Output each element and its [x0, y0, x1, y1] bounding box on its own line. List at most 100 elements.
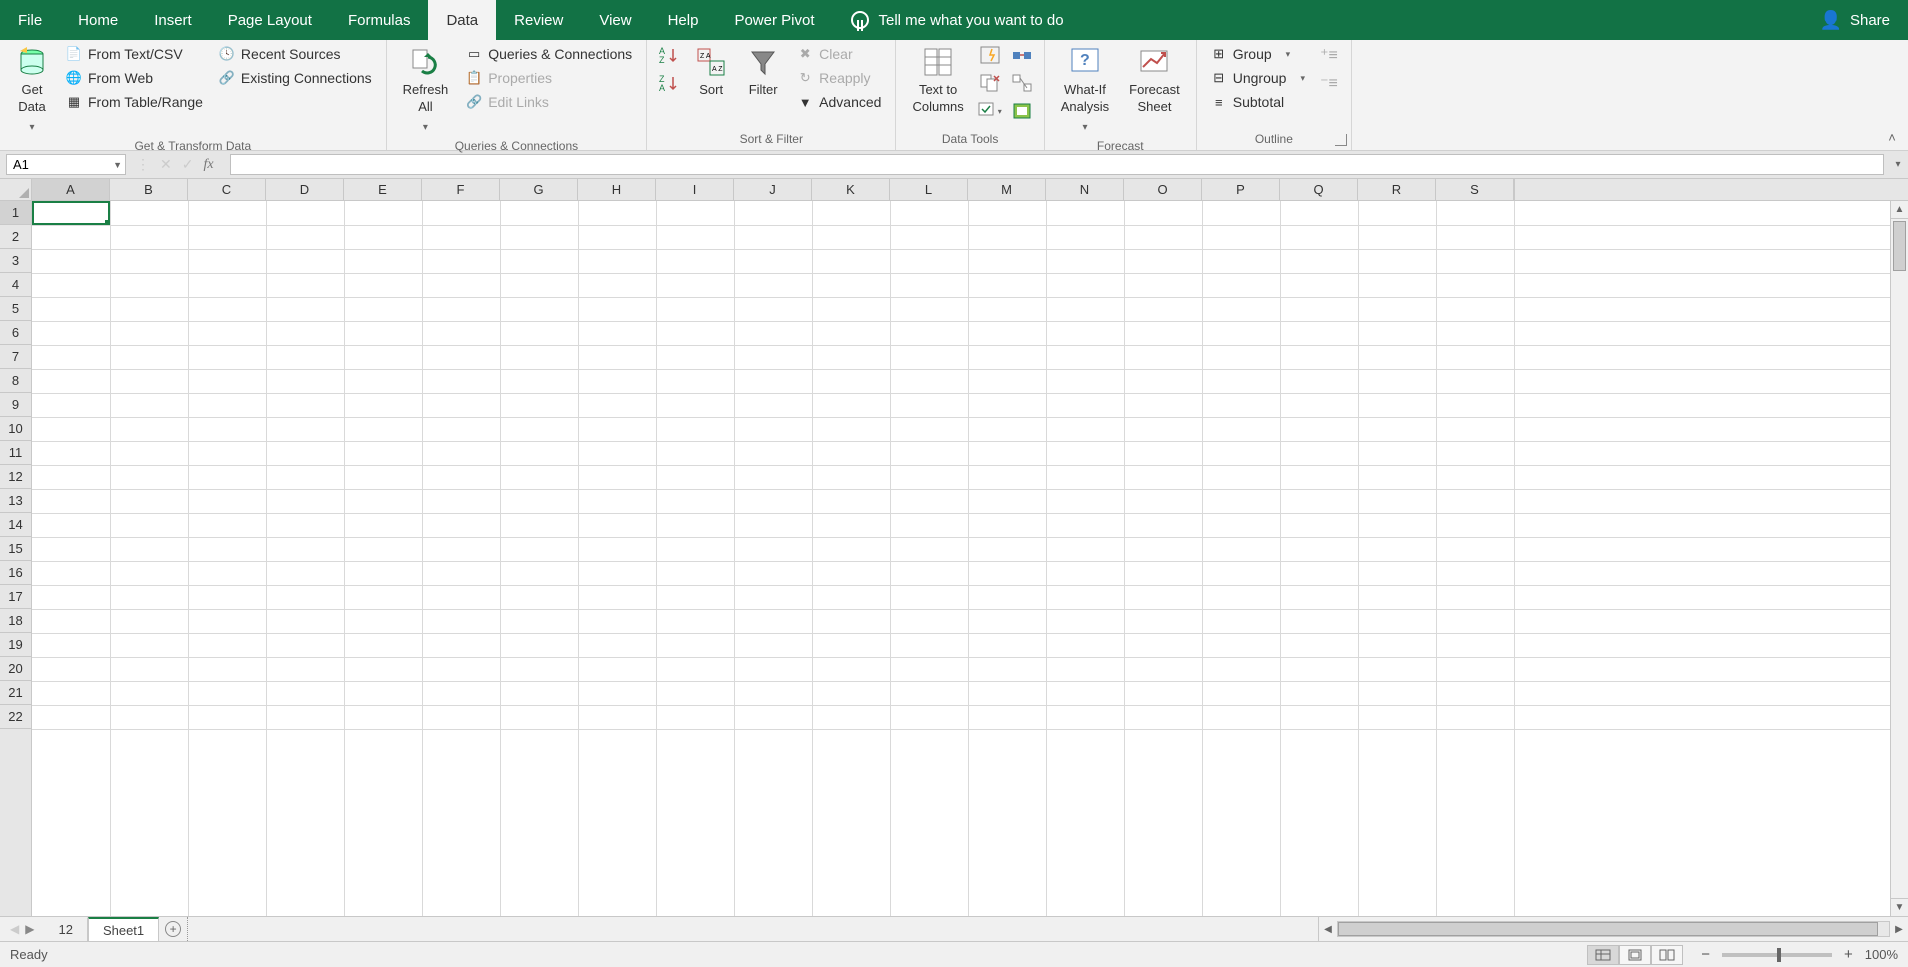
share-button[interactable]: 👤 Share [1802, 0, 1908, 40]
row-header-6[interactable]: 6 [0, 321, 31, 345]
column-header-S[interactable]: S [1436, 179, 1514, 200]
tab-page-layout[interactable]: Page Layout [210, 0, 330, 40]
group-button[interactable]: ⊞Group▾ [1207, 44, 1309, 64]
zoom-in-button[interactable]: + [1840, 946, 1857, 963]
normal-view-button[interactable] [1587, 945, 1619, 965]
tell-me[interactable]: Tell me what you want to do [851, 0, 1802, 40]
fx-icon[interactable]: fx [203, 157, 219, 173]
column-header-C[interactable]: C [188, 179, 266, 200]
row-header-13[interactable]: 13 [0, 489, 31, 513]
remove-duplicates-button[interactable] [978, 72, 1002, 94]
existing-connections-button[interactable]: 🔗Existing Connections [215, 68, 376, 88]
column-header-M[interactable]: M [968, 179, 1046, 200]
row-header-15[interactable]: 15 [0, 537, 31, 561]
formula-input[interactable] [230, 154, 1884, 175]
vertical-scroll-thumb[interactable] [1893, 221, 1906, 271]
column-header-J[interactable]: J [734, 179, 812, 200]
text-to-columns-button[interactable]: Text to Columns [906, 44, 969, 118]
sheet-tab-sheet1[interactable]: Sheet1 [88, 917, 159, 941]
sort-button[interactable]: Z AA Z Sort [689, 44, 733, 101]
filter-button[interactable]: Filter [741, 44, 785, 101]
manage-data-model-button[interactable] [1010, 100, 1034, 122]
new-sheet-button[interactable]: + [159, 917, 187, 941]
sort-desc-button[interactable]: ZA [657, 72, 681, 94]
column-header-O[interactable]: O [1124, 179, 1202, 200]
subtotal-button[interactable]: ≡Subtotal [1207, 92, 1309, 112]
column-header-P[interactable]: P [1202, 179, 1280, 200]
expand-formula-bar-button[interactable]: ▾ [1888, 151, 1908, 178]
column-header-F[interactable]: F [422, 179, 500, 200]
column-header-R[interactable]: R [1358, 179, 1436, 200]
from-table-range-button[interactable]: ▦From Table/Range [62, 92, 207, 112]
tab-help[interactable]: Help [650, 0, 717, 40]
tab-formulas[interactable]: Formulas [330, 0, 429, 40]
tab-splitter[interactable] [187, 917, 197, 941]
ungroup-button[interactable]: ⊟Ungroup▾ [1207, 68, 1309, 88]
flash-fill-button[interactable] [978, 44, 1002, 66]
show-detail-button[interactable]: ⁺≡ [1317, 44, 1341, 66]
column-header-I[interactable]: I [656, 179, 734, 200]
from-text-csv-button[interactable]: 📄From Text/CSV [62, 44, 207, 64]
collapse-ribbon-button[interactable]: ˄ [1882, 130, 1902, 146]
row-header-19[interactable]: 19 [0, 633, 31, 657]
next-sheet-button[interactable]: ▶ [25, 922, 34, 936]
row-header-3[interactable]: 3 [0, 249, 31, 273]
column-header-N[interactable]: N [1046, 179, 1124, 200]
row-header-1[interactable]: 1 [0, 201, 31, 225]
column-header-Q[interactable]: Q [1280, 179, 1358, 200]
select-all-corner[interactable] [0, 179, 32, 200]
column-header-A[interactable]: A [32, 179, 110, 200]
row-header-14[interactable]: 14 [0, 513, 31, 537]
recent-sources-button[interactable]: 🕓Recent Sources [215, 44, 376, 64]
row-header-12[interactable]: 12 [0, 465, 31, 489]
scroll-right-button[interactable]: ▶ [1890, 924, 1908, 935]
name-box[interactable]: A1 ▼ [6, 154, 126, 175]
row-header-22[interactable]: 22 [0, 705, 31, 729]
hide-detail-button[interactable]: ⁻≡ [1317, 72, 1341, 94]
page-layout-view-button[interactable] [1619, 945, 1651, 965]
active-cell[interactable] [32, 201, 110, 225]
row-header-16[interactable]: 16 [0, 561, 31, 585]
column-header-B[interactable]: B [110, 179, 188, 200]
tab-home[interactable]: Home [60, 0, 136, 40]
row-header-4[interactable]: 4 [0, 273, 31, 297]
row-header-11[interactable]: 11 [0, 441, 31, 465]
column-header-E[interactable]: E [344, 179, 422, 200]
row-header-10[interactable]: 10 [0, 417, 31, 441]
row-header-20[interactable]: 20 [0, 657, 31, 681]
outline-launcher[interactable] [1335, 134, 1347, 146]
tab-data[interactable]: Data [428, 0, 496, 40]
column-header-H[interactable]: H [578, 179, 656, 200]
zoom-out-button[interactable]: − [1697, 946, 1714, 963]
tab-review[interactable]: Review [496, 0, 581, 40]
scroll-left-button[interactable]: ◀ [1319, 924, 1337, 935]
zoom-slider[interactable] [1722, 953, 1832, 957]
vertical-scrollbar[interactable]: ▲ ▼ [1890, 201, 1908, 916]
column-header-L[interactable]: L [890, 179, 968, 200]
tab-view[interactable]: View [581, 0, 649, 40]
advanced-filter-button[interactable]: ▼Advanced [793, 92, 885, 112]
horizontal-scroll-thumb[interactable] [1338, 922, 1878, 936]
refresh-all-button[interactable]: Refresh All [397, 44, 455, 137]
row-header-18[interactable]: 18 [0, 609, 31, 633]
forecast-sheet-button[interactable]: Forecast Sheet [1123, 44, 1186, 118]
queries-connections-button[interactable]: ▭Queries & Connections [462, 44, 636, 64]
tab-power-pivot[interactable]: Power Pivot [716, 0, 832, 40]
column-header-K[interactable]: K [812, 179, 890, 200]
cells-area[interactable] [32, 201, 1890, 916]
tab-file[interactable]: File [0, 0, 60, 40]
prev-sheet-button[interactable]: ◀ [10, 922, 19, 936]
name-box-dropdown-icon[interactable]: ▼ [113, 160, 122, 170]
tab-insert[interactable]: Insert [136, 0, 210, 40]
zoom-slider-knob[interactable] [1777, 948, 1781, 962]
sheet-tab-12[interactable]: 12 [44, 917, 87, 941]
from-web-button[interactable]: 🌐From Web [62, 68, 207, 88]
row-header-9[interactable]: 9 [0, 393, 31, 417]
column-header-G[interactable]: G [500, 179, 578, 200]
get-data-button[interactable]: Get Data [10, 44, 54, 137]
row-header-2[interactable]: 2 [0, 225, 31, 249]
row-header-5[interactable]: 5 [0, 297, 31, 321]
relationships-button[interactable] [1010, 72, 1034, 94]
consolidate-button[interactable] [1010, 44, 1034, 66]
page-break-view-button[interactable] [1651, 945, 1683, 965]
